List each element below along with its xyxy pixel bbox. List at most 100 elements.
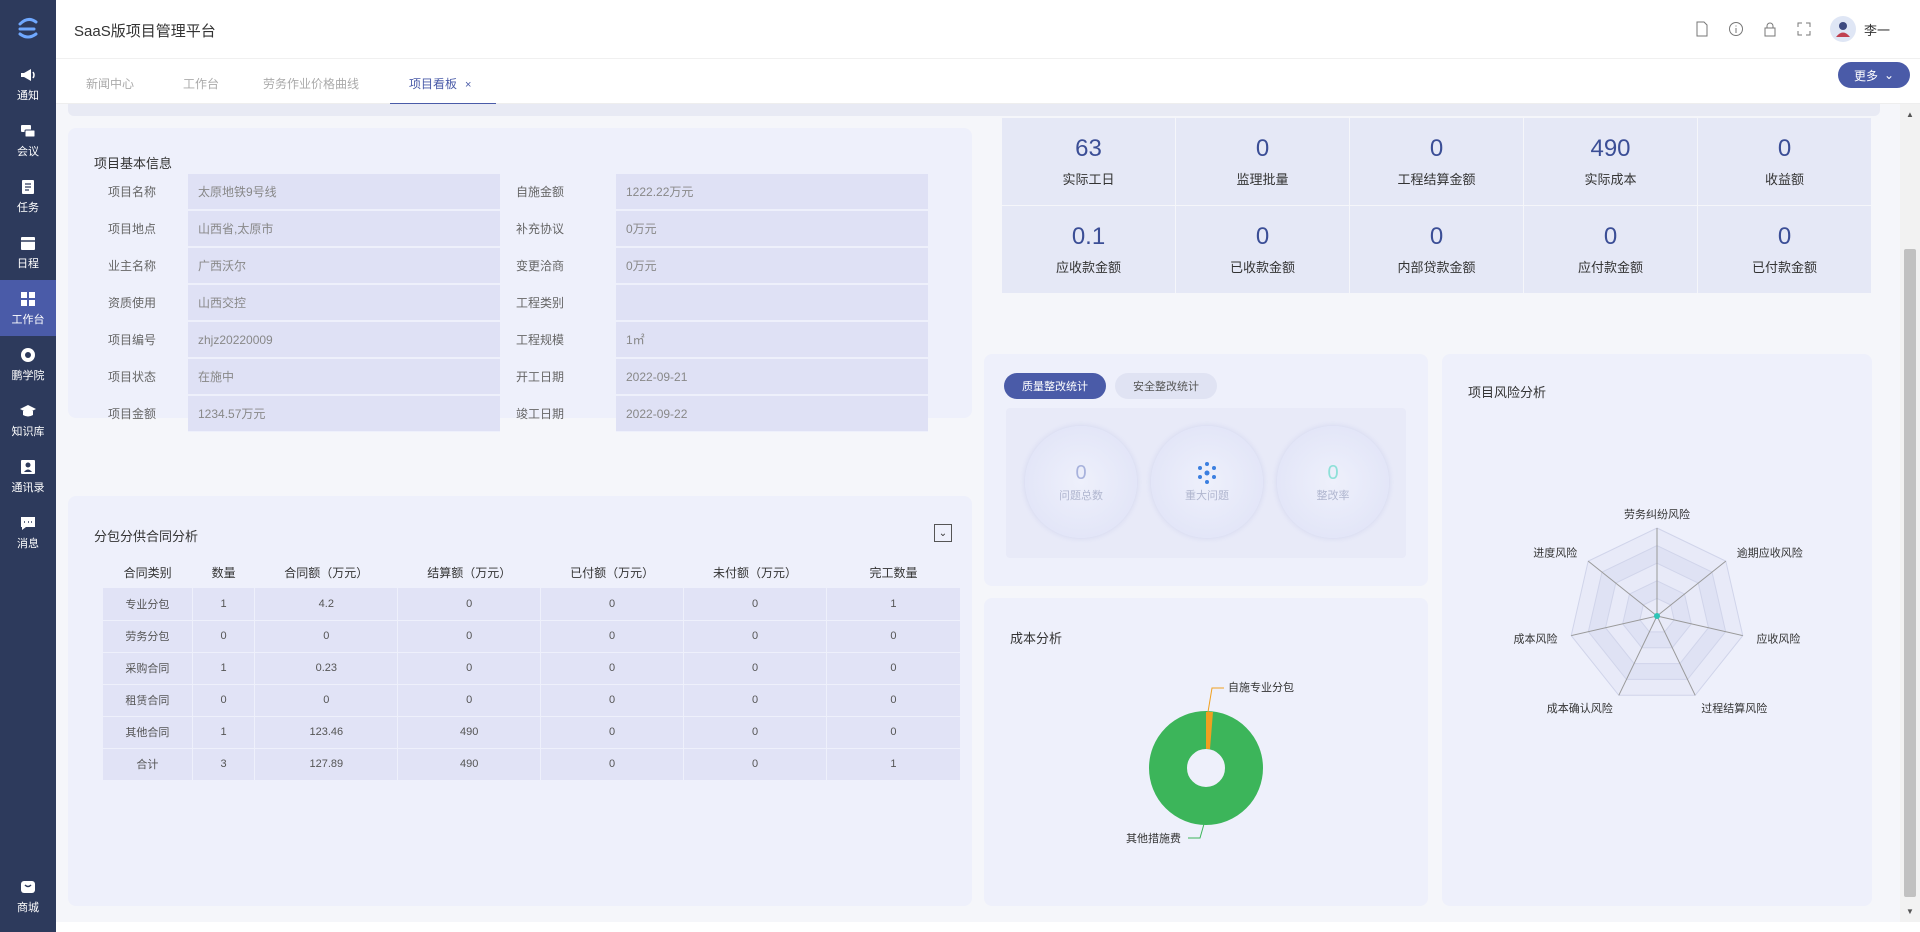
column-header: 完工数量 xyxy=(869,565,918,580)
sidebar-item-academy[interactable]: 鹏学院 xyxy=(0,336,56,392)
table-cell: 0 xyxy=(397,684,542,717)
table-cell: 0 xyxy=(540,748,685,781)
info-label: 变更洽商 xyxy=(516,259,565,273)
sidebar-item-task[interactable]: 任务 xyxy=(0,168,56,224)
lock-icon[interactable] xyxy=(1762,21,1778,37)
table-cell: 0 xyxy=(683,684,827,717)
sidebar-item-notice[interactable]: 通知 xyxy=(0,56,56,112)
tab-workbench[interactable]: 工作台 xyxy=(183,75,219,92)
vertical-scrollbar[interactable]: ▲ ▼ xyxy=(1900,104,1920,922)
table-row: 专业分包 1 4.2 0 0 0 1 xyxy=(103,588,962,621)
sidebar-item-label: 鹏学院 xyxy=(11,369,45,382)
column-header: 已付额（万元） xyxy=(570,565,655,580)
table-row: 其他合同 1 123.46 490 0 0 0 xyxy=(103,716,962,749)
table-cell: 0 xyxy=(683,620,827,653)
risk-radar-chart: 劳务纠纷风险逾期应收风险应收风险过程结算风险 成本确认风险 成本风险 进度风险 xyxy=(1514,507,1803,715)
sidebar-item-workbench[interactable]: 工作台 xyxy=(0,280,56,336)
info-row: 项目编号 zhjz20220009 工程规模 1㎡ xyxy=(68,322,928,358)
grid-icon xyxy=(21,291,35,306)
chevron-down-icon: ⌄ xyxy=(1883,68,1895,82)
tab-safety-stats[interactable]: 安全整改统计 xyxy=(1115,373,1217,399)
sidebar-item-knowledge[interactable]: 知识库 xyxy=(0,392,56,448)
table-row: 合计 3 127.89 490 0 0 1 xyxy=(103,748,962,781)
table-cell: 专业分包 xyxy=(103,588,193,621)
metric-label: 收益额 xyxy=(1764,172,1804,187)
contract-table: 合同类别 数量 合同额（万元） 结算额（万元） 已付额（万元） 未付额（万元） 完工数量 专… xyxy=(103,556,962,781)
column-header: 数量 xyxy=(211,565,236,580)
metric-value: 0 xyxy=(1777,135,1792,162)
label-leader-line xyxy=(1207,687,1224,713)
app-logo-icon[interactable] xyxy=(14,14,42,42)
radar-axis-label: 成本风险 xyxy=(1514,632,1558,646)
info-label: 项目地点 xyxy=(108,222,157,236)
scroll-down-icon[interactable]: ▼ xyxy=(1906,907,1914,916)
loading-spinner-icon xyxy=(1198,462,1216,484)
info-label: 自施金额 xyxy=(516,185,565,199)
top-card-edge xyxy=(68,104,1880,116)
radar-axis-label: 过程结算风险 xyxy=(1701,701,1767,715)
column-header: 未付额（万元） xyxy=(713,565,798,580)
sidebar-item-label: 通讯录 xyxy=(11,481,45,494)
table-cell: 0 xyxy=(826,620,962,653)
scrollbar-thumb[interactable] xyxy=(1904,249,1916,897)
contacts-icon xyxy=(21,459,35,474)
column-header: 结算额（万元） xyxy=(427,565,512,580)
sidebar-item-label: 工作台 xyxy=(11,313,45,326)
table-cell: 490 xyxy=(397,716,542,749)
info-label: 项目状态 xyxy=(108,370,157,384)
project-risk-analysis-card: 项目风险分析 劳务纠纷风险 逾期应收风险 应收风险 过程结算风险 成本确认风险 成本风险进… xyxy=(1442,354,1872,906)
table-cell: 租赁合同 xyxy=(103,684,193,717)
info-value: 0万元 xyxy=(616,211,928,247)
table-cell: 0 xyxy=(397,652,542,685)
user-name[interactable]: 李一 xyxy=(1864,20,1890,39)
top-header: SaaS版项目管理平台 李一 xyxy=(56,0,1920,58)
table-cell: 0 xyxy=(192,684,256,717)
sidebar-item-meeting[interactable]: 会议 xyxy=(0,112,56,168)
info-value: 山西交控 xyxy=(188,285,500,321)
avatar[interactable] xyxy=(1829,16,1856,42)
graduation-cap-icon xyxy=(20,404,36,416)
table-cell: 0.23 xyxy=(254,652,399,685)
stat-total-issues: 0 问题总数 xyxy=(1025,426,1137,538)
scroll-up-icon[interactable]: ▲ xyxy=(1906,110,1914,119)
stats-panel: 0 问题总数 重大问题 0 整改率 xyxy=(1006,408,1406,558)
sidebar-item-contacts[interactable]: 通讯录 xyxy=(0,448,56,504)
sidebar-item-schedule[interactable]: 日程 xyxy=(0,224,56,280)
info-icon[interactable] xyxy=(1728,21,1744,37)
stat-value: 0 xyxy=(1327,461,1339,484)
more-button[interactable]: 更多 ⌄ xyxy=(1838,62,1910,88)
metric-label: 应付款金额 xyxy=(1577,260,1643,275)
tab-news[interactable]: 新闻中心 xyxy=(86,75,134,92)
collapse-toggle-icon[interactable]: ⌄ xyxy=(934,524,952,542)
stat-label: 重大问题 xyxy=(1185,490,1229,502)
radar-data-point[interactable] xyxy=(1654,613,1660,619)
sidebar-item-shop[interactable]: 商城 xyxy=(0,868,56,924)
tab-quality-stats[interactable]: 质量整改统计 xyxy=(1004,373,1106,399)
radar-axis-label: 逾期应收风险 xyxy=(1737,545,1803,559)
sidebar-item-label: 日程 xyxy=(17,257,39,270)
metric-label: 实际工日 xyxy=(1062,172,1115,187)
stat-rectification-rate: 0 整改率 xyxy=(1277,426,1389,538)
slice-label-self-subcontract: 自施专业分包 xyxy=(1228,680,1294,694)
metric-value: 0 xyxy=(1429,223,1444,250)
metric-cell: 0 收益额 xyxy=(1698,118,1872,206)
metric-cell: 0 监理批量 xyxy=(1176,118,1350,206)
radar-axis-label: 进度风险 xyxy=(1533,545,1577,559)
slice-label-other-measures: 其他措施费 xyxy=(1126,831,1181,845)
metric-label: 实际成本 xyxy=(1584,172,1637,187)
table-cell: 0 xyxy=(826,684,962,717)
metric-label: 监理批量 xyxy=(1236,172,1289,187)
stat-major-issues: 重大问题 xyxy=(1151,426,1263,538)
user-avatar-icon xyxy=(1835,22,1850,37)
metric-value: 490 xyxy=(1590,135,1631,162)
tab-project-board[interactable]: 项目看板 × xyxy=(409,75,471,92)
quality-rectification-card: 质量整改统计 安全整改统计 0 问题总数 重大问题 0 整改率 xyxy=(984,354,1428,586)
tab-labor-price-curve[interactable]: 劳务作业价格曲线 xyxy=(263,75,359,92)
info-value: 0万元 xyxy=(616,248,928,284)
table-cell: 0 xyxy=(540,588,685,621)
close-icon[interactable]: × xyxy=(465,79,471,91)
document-icon[interactable] xyxy=(1694,21,1710,37)
info-value: 山西省,太原市 xyxy=(188,211,500,247)
fullscreen-icon[interactable] xyxy=(1796,21,1812,37)
sidebar-item-message[interactable]: 消息 xyxy=(0,504,56,560)
